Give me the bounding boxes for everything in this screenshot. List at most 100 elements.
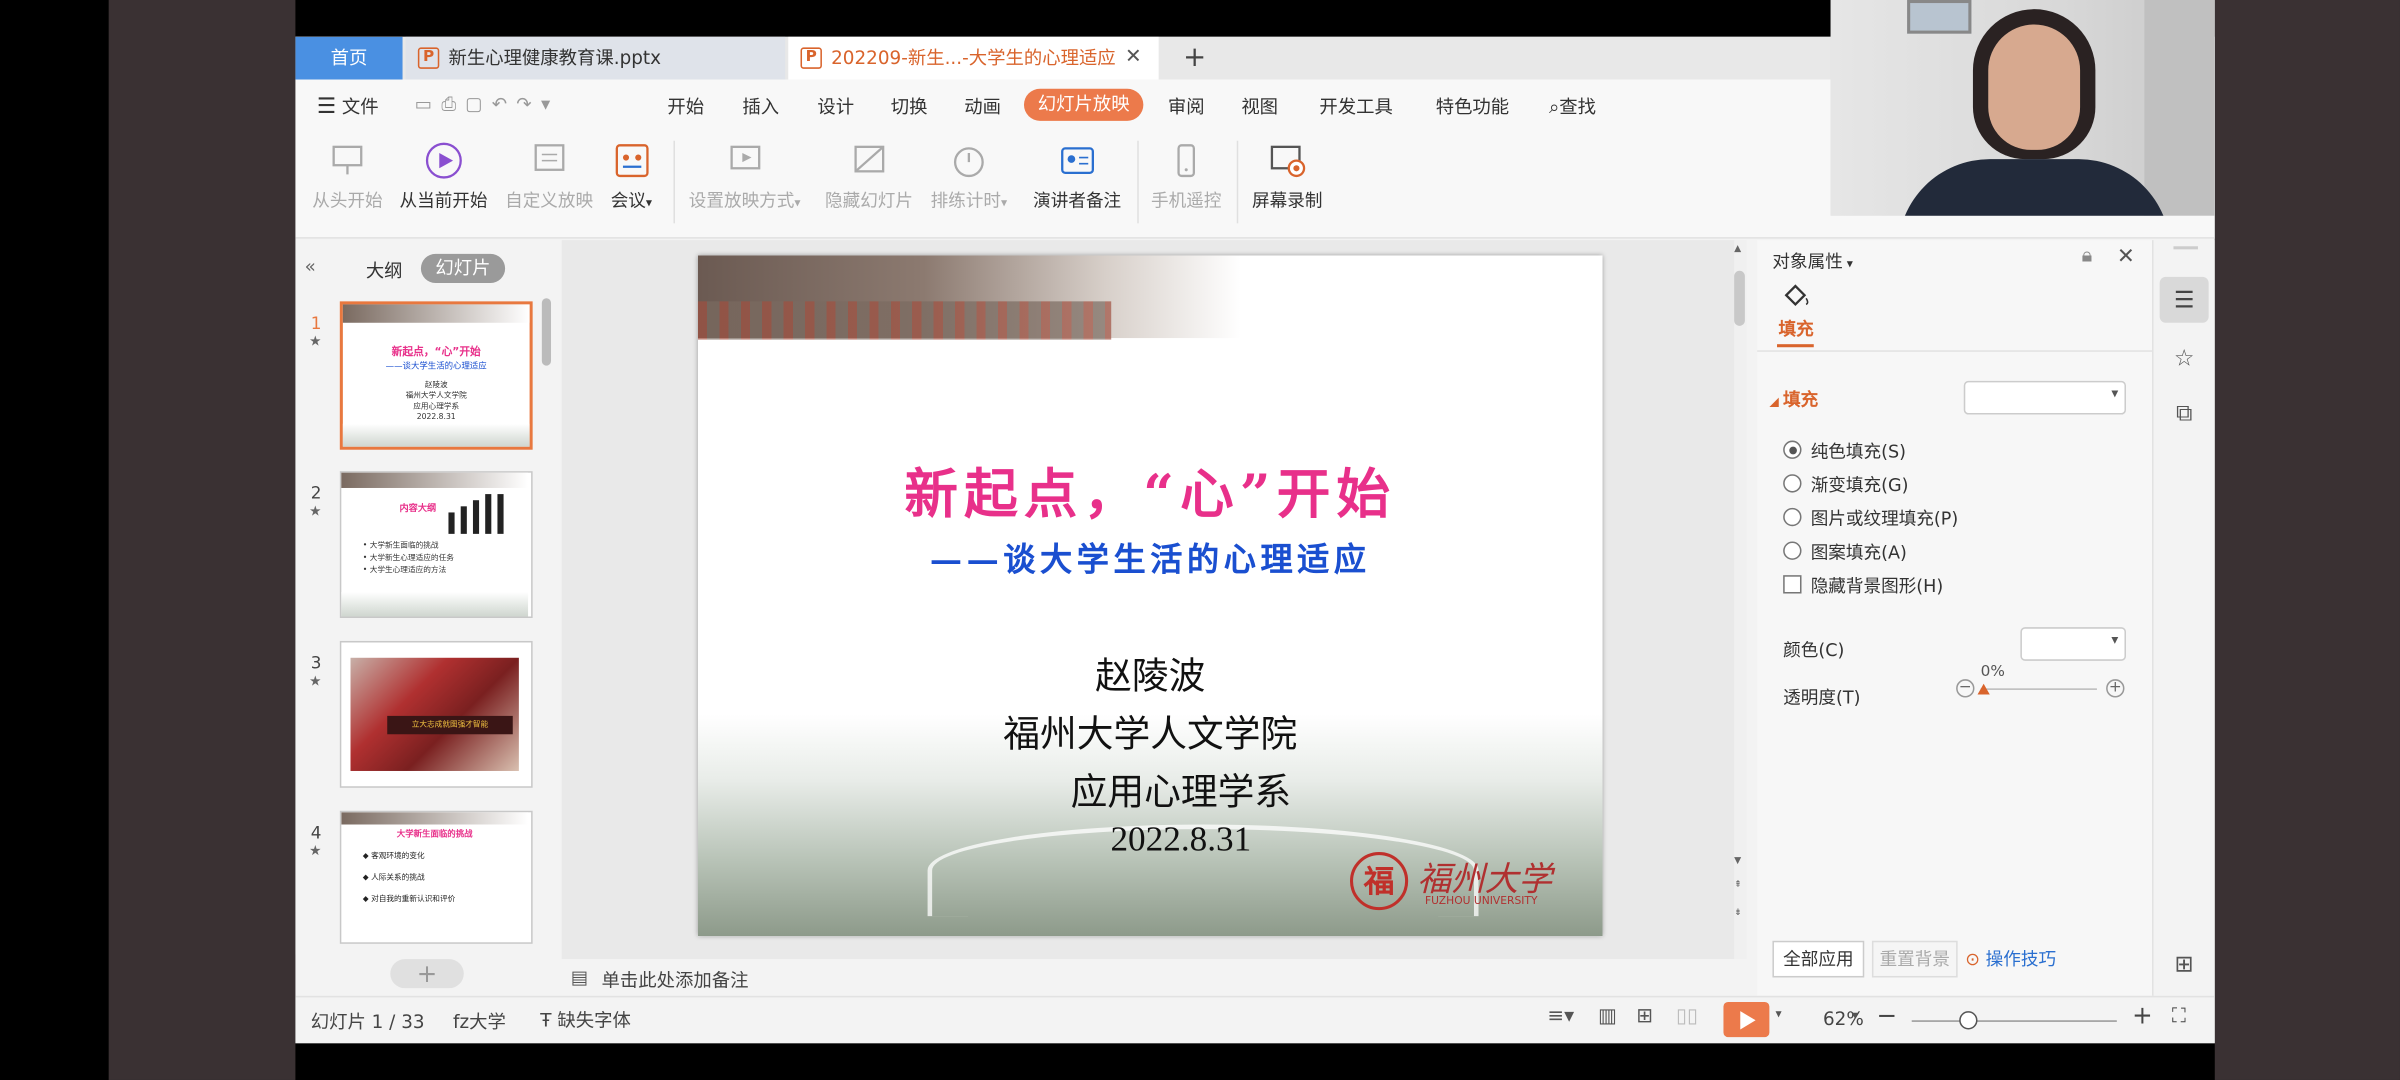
slide-sorter-icon[interactable]: ⊞ (1636, 1005, 1653, 1028)
meeting-button[interactable]: 会议▾ (611, 141, 652, 213)
zoom-slider[interactable] (1911, 1020, 2117, 1022)
custom-show-button[interactable]: 自定义放映 (505, 141, 593, 213)
prev-slide-icon[interactable]: ⇞ (1734, 880, 1742, 891)
slides-tab[interactable]: 幻灯片 (420, 253, 506, 283)
search-menu[interactable]: ⌕查找 (1549, 93, 1596, 119)
redo-icon[interactable]: ↷ (516, 93, 541, 114)
pattern-fill-radio[interactable] (1783, 541, 1802, 560)
slide-thumbnail-pane: « 大纲 幻灯片 1 ★ 新起点，“心”开始 ——谈大学生活的心理适应 赵陵波福… (295, 240, 559, 989)
close-pane-icon[interactable]: ✕ (2117, 245, 2135, 269)
fit-window-icon[interactable]: ⛶ (2172, 1005, 2186, 1028)
solid-fill-radio[interactable] (1783, 440, 1802, 459)
from-current-button[interactable]: 从当前开始 (399, 141, 487, 213)
transparency-slider-handle[interactable] (1977, 683, 1990, 695)
object-properties-pane: 对象属性 ▾ 🔒︎ ✕ 填充 ◢ 填充 纯色填充(S) 渐变填充(G) 图片或纹… (1757, 240, 2153, 996)
zoom-out-button[interactable]: − (1877, 1000, 1898, 1029)
current-slide[interactable]: 新起点，“心”开始 ——谈大学生活的心理适应 赵陵波 福州大学人文学院 应用心理… (697, 255, 1603, 937)
scroll-down-icon[interactable]: ▼ (1734, 855, 1741, 866)
decrease-transparency-button[interactable]: − (1956, 679, 1975, 698)
menu-review[interactable]: 审阅 (1168, 93, 1205, 119)
menu-transition[interactable]: 切换 (891, 93, 928, 119)
font-icon: Ŧ (540, 1009, 558, 1032)
slide-scrollbar-thumb[interactable] (1734, 270, 1745, 326)
slide-thumb-3[interactable]: 立大志成就图强才智能 (339, 640, 533, 788)
next-slide-icon[interactable]: ⇟ (1734, 907, 1742, 918)
hide-slide-button[interactable]: 隐藏幻灯片 (825, 141, 913, 213)
menu-animation[interactable]: 动画 (964, 93, 1001, 119)
missing-font-button[interactable]: Ŧ 缺失字体 (540, 1007, 631, 1033)
presenter-notes-button[interactable]: 演讲者备注 (1033, 141, 1121, 213)
add-slide-button[interactable]: + (390, 959, 464, 989)
file-menu[interactable]: ☰ 文件 (317, 93, 379, 119)
close-tab-icon[interactable]: ✕ (1125, 37, 1142, 80)
fill-tab[interactable]: 填充 (1779, 317, 1814, 341)
zoom-slider-handle[interactable] (1959, 1011, 1978, 1030)
slide-transition-icon[interactable]: ⧉ (2160, 390, 2209, 436)
fill-type-dropdown[interactable] (1963, 380, 2127, 415)
slide-thumb-4[interactable]: 大学新生面临的挑战 ◆ 客观环境的变化 ◆ 人际关系的挑战 ◆ 对自我的重新认识和评… (339, 810, 533, 944)
animation-star-tool-icon[interactable]: ☆ (2160, 335, 2209, 381)
hide-bg-checkbox[interactable] (1783, 575, 1802, 594)
ribbon-divider (1137, 140, 1139, 224)
menu-start[interactable]: 开始 (667, 93, 704, 119)
thumbnail-scrollbar[interactable] (541, 298, 552, 366)
lock-icon[interactable]: 🔒︎ (2082, 245, 2093, 268)
slide-dept: 应用心理学系 (1070, 770, 1292, 814)
setup-show-button[interactable]: 设置放映方式▾ (689, 141, 801, 213)
theme-name[interactable]: fz大学 (453, 1008, 506, 1034)
picture-fill-radio[interactable] (1783, 507, 1802, 527)
apps-grid-icon[interactable]: ⊞ (2160, 941, 2209, 987)
play-circle-icon (425, 142, 462, 179)
new-tab-button[interactable]: + (1183, 37, 1206, 80)
phone-remote-button[interactable]: 手机遥控 (1151, 141, 1221, 213)
tab-home[interactable]: 首页 (295, 36, 403, 80)
save-icon[interactable]: ▭ (415, 93, 442, 114)
reset-background-button[interactable]: 重置背景 (1871, 940, 1958, 978)
apply-all-button[interactable]: 全部应用 (1772, 940, 1865, 978)
reading-view-icon[interactable]: ▯▯ (1676, 1005, 1698, 1028)
outline-tab[interactable]: 大纲 (366, 257, 403, 283)
drag-handle-icon[interactable] (2173, 246, 2198, 250)
increase-transparency-button[interactable]: + (2106, 679, 2125, 698)
undo-icon[interactable]: ↶ (492, 93, 517, 114)
collapse-pane-icon[interactable]: « (305, 255, 316, 276)
fill-bucket-icon[interactable] (1780, 283, 1811, 311)
slide-thumb-2[interactable]: 内容大纲 • 大学新生面临的挑战 • 大学新生心理适应的任务 • 大学生心理适应的方… (339, 471, 533, 618)
properties-sliders-icon[interactable]: ☰ (2159, 276, 2209, 323)
notes-view-icon[interactable]: ≡▾ (1547, 1005, 1574, 1028)
from-start-button[interactable]: 从头开始 (312, 141, 383, 213)
transparency-slider[interactable] (1980, 688, 2097, 690)
play-slideshow-button[interactable] (1723, 1001, 1770, 1038)
normal-view-icon[interactable]: ▥ (1598, 1005, 1617, 1028)
slide-scrollbar-track[interactable]: ▲ ▼ ⇞ ⇟ (1734, 240, 1747, 960)
wall-panel (2144, 0, 2215, 216)
print-icon[interactable]: ⎙ (441, 93, 465, 114)
menu-insert[interactable]: 插入 (742, 93, 779, 119)
pane-title[interactable]: 对象属性 ▾ (1772, 249, 1852, 273)
fill-section-header[interactable]: ◢ 填充 (1769, 387, 1818, 411)
menu-special[interactable]: 特色功能 (1436, 93, 1509, 119)
tab-doc-2[interactable]: P 202209-新生...-大学生的心理适应 ✕ (788, 36, 1159, 80)
gradient-fill-radio[interactable] (1783, 474, 1802, 493)
webcam-video-overlay (1830, 0, 2215, 216)
chevron-down-icon[interactable]: ▾ (1852, 1008, 1858, 1022)
print-preview-icon[interactable]: ▢ (465, 93, 492, 114)
screen-record-button[interactable]: 屏幕录制 (1252, 141, 1322, 213)
file-menu-label: 文件 (341, 96, 379, 118)
menu-view[interactable]: 视图 (1241, 93, 1278, 119)
zoom-in-button[interactable]: + (2132, 1000, 2153, 1029)
animation-star-icon: ★ (309, 504, 322, 521)
rehearse-timing-button[interactable]: 排练计时▾ (931, 141, 1007, 213)
tips-link[interactable]: ⊙ 操作技巧 (1965, 947, 2056, 971)
university-logo-text: 福州大学 (1417, 861, 1553, 900)
menu-developer[interactable]: 开发工具 (1319, 93, 1392, 119)
color-dropdown[interactable] (2020, 627, 2127, 661)
menu-slideshow[interactable]: 幻灯片放映 (1023, 88, 1144, 121)
scroll-up-icon[interactable]: ▲ (1734, 243, 1741, 254)
customize-icon[interactable]: ▾ (541, 93, 559, 114)
slide-thumb-1[interactable]: 新起点，“心”开始 ——谈大学生活的心理适应 赵陵波 福州大学人文学院 应用心理学系… (339, 301, 533, 450)
notes-area[interactable]: ▤ 单击此处添加备注 (561, 959, 1747, 996)
menu-design[interactable]: 设计 (817, 93, 854, 119)
chevron-down-icon[interactable]: ▾ (1775, 1007, 1781, 1021)
tab-doc-1[interactable]: P 新生心理健康教育课.pptx (405, 36, 786, 80)
